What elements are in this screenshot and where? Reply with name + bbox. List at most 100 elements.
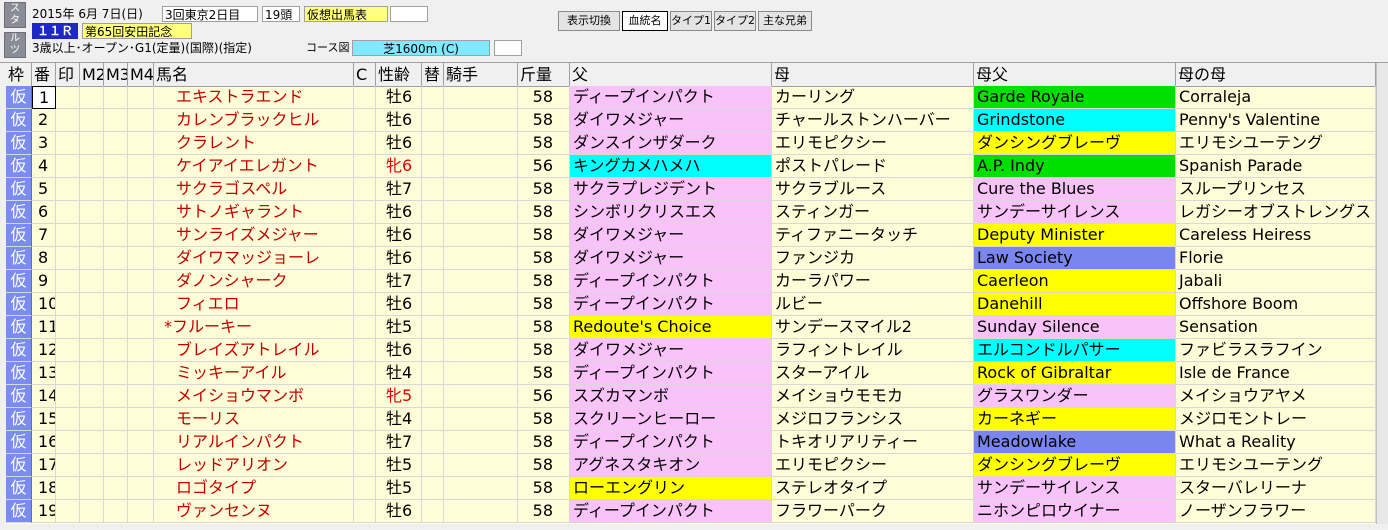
jockey-cell[interactable] <box>444 155 518 178</box>
dam-cell[interactable]: メイショウモモカ <box>772 385 974 408</box>
dams-dam-cell[interactable]: レガシーオブストレングス <box>1176 201 1376 224</box>
mark-cell[interactable] <box>56 454 80 477</box>
m2-cell[interactable] <box>80 109 104 132</box>
dams-dam-cell[interactable]: スループリンセス <box>1176 178 1376 201</box>
side-tab-top[interactable]: ス タ <box>4 2 26 28</box>
broodmare-sire-cell[interactable]: エルコンドルパサー <box>974 339 1176 362</box>
horse-number-cell[interactable]: 11 <box>32 316 56 339</box>
mark-cell[interactable] <box>56 385 80 408</box>
broodmare-sire-cell[interactable]: Law Society <box>974 247 1176 270</box>
broodmare-sire-cell[interactable]: ニホンピロウイナー <box>974 500 1176 523</box>
horse-number-cell[interactable]: 16 <box>32 431 56 454</box>
jockey-cell[interactable] <box>444 109 518 132</box>
column-header-kae[interactable]: 替 <box>422 63 444 86</box>
waku-cell[interactable]: 仮 <box>6 86 32 109</box>
dam-cell[interactable]: ステレオタイプ <box>772 477 974 500</box>
dams-dam-cell[interactable]: メイショウアヤメ <box>1176 385 1376 408</box>
waku-cell[interactable]: 仮 <box>6 454 32 477</box>
horse-number-cell[interactable]: 8 <box>32 247 56 270</box>
m3-cell[interactable] <box>104 86 128 109</box>
horse-number-cell[interactable]: 6 <box>32 201 56 224</box>
m4-cell[interactable] <box>128 339 154 362</box>
m2-cell[interactable] <box>80 362 104 385</box>
sire-cell[interactable]: シンボリクリスエス <box>570 201 772 224</box>
dam-cell[interactable]: トキオリアリティー <box>772 431 974 454</box>
side-tab-bottom[interactable]: ル ツ <box>4 32 26 58</box>
dams-dam-cell[interactable]: Spanish Parade <box>1176 155 1376 178</box>
horse-number-cell[interactable]: 14 <box>32 385 56 408</box>
jockey-cell[interactable] <box>444 431 518 454</box>
waku-cell[interactable]: 仮 <box>6 270 32 293</box>
dam-cell[interactable]: メジロフランシス <box>772 408 974 431</box>
m3-cell[interactable] <box>104 247 128 270</box>
broodmare-sire-cell[interactable]: サンデーサイレンス <box>974 477 1176 500</box>
horse-number-cell[interactable]: 12 <box>32 339 56 362</box>
m3-cell[interactable] <box>104 431 128 454</box>
table-row[interactable]: 仮 2 カレンブラックヒル 牡6 58 ダイワメジャー チャールストンハーバー Grindst… <box>6 109 1376 132</box>
m2-cell[interactable] <box>80 477 104 500</box>
broodmare-sire-cell[interactable]: Grindstone <box>974 109 1176 132</box>
dams-dam-cell[interactable]: Penny's Valentine <box>1176 109 1376 132</box>
dams-dam-cell[interactable]: メジロモントレー <box>1176 408 1376 431</box>
m2-cell[interactable] <box>80 247 104 270</box>
mark-cell[interactable] <box>56 339 80 362</box>
waku-cell[interactable]: 仮 <box>6 155 32 178</box>
m3-cell[interactable] <box>104 500 128 523</box>
m2-cell[interactable] <box>80 431 104 454</box>
jockey-cell[interactable] <box>444 270 518 293</box>
m4-cell[interactable] <box>128 408 154 431</box>
horse-name-cell[interactable]: メイショウマンボ <box>154 385 354 408</box>
column-header-dam[interactable]: 母 <box>772 63 974 86</box>
table-row[interactable]: 仮19 ヴァンセンヌ牡6 58ディープインパクトフラワーパークニホンピロウイナーノー… <box>6 500 1376 523</box>
m2-cell[interactable] <box>80 316 104 339</box>
m2-cell[interactable] <box>80 385 104 408</box>
broodmare-sire-cell[interactable]: Deputy Minister <box>974 224 1176 247</box>
dam-cell[interactable]: カーリング <box>772 86 974 109</box>
table-row[interactable]: 仮10 フィエロ牡6 58ディープインパクトルビーDanehillOffshore … <box>6 293 1376 316</box>
m3-cell[interactable] <box>104 178 128 201</box>
table-row[interactable]: 仮16 リアルインパクト牡7 58ディープインパクトトキオリアリティーMeadowl… <box>6 431 1376 454</box>
mark-cell[interactable] <box>56 500 80 523</box>
table-row[interactable]: 仮12 ブレイズアトレイル牡6 58ダイワメジャーラフィントレイルエルコンドルパサー… <box>6 339 1376 362</box>
tab-pedigree-names[interactable]: 血統名 <box>622 11 668 31</box>
sire-cell[interactable]: スズカマンボ <box>570 385 772 408</box>
dam-cell[interactable]: ティファニータッチ <box>772 224 974 247</box>
mark-cell[interactable] <box>56 270 80 293</box>
m4-cell[interactable] <box>128 270 154 293</box>
waku-cell[interactable]: 仮 <box>6 339 32 362</box>
jockey-cell[interactable] <box>444 500 518 523</box>
m2-cell[interactable] <box>80 408 104 431</box>
dams-dam-cell[interactable]: Offshore Boom <box>1176 293 1376 316</box>
table-row[interactable]: 仮 6 サトノギャラント 牡6 58 シンボリクリスエス スティンガー サンデーサイレンス レガ… <box>6 201 1376 224</box>
horse-name-cell[interactable]: フィエロ <box>154 293 354 316</box>
broodmare-sire-cell[interactable]: Garde Royale <box>974 86 1176 109</box>
horse-name-cell[interactable]: クラレント <box>154 132 354 155</box>
broodmare-sire-cell[interactable]: Cure the Blues <box>974 178 1176 201</box>
mark-cell[interactable] <box>56 109 80 132</box>
table-row[interactable]: 仮 5 サクラゴスペル 牡7 58 サクラプレジデント サクラブルース Cure the Bl… <box>6 178 1376 201</box>
m4-cell[interactable] <box>128 109 154 132</box>
horse-name-cell[interactable]: サトノギャラント <box>154 201 354 224</box>
waku-cell[interactable]: 仮 <box>6 109 32 132</box>
broodmare-sire-cell[interactable]: Sunday Silence <box>974 316 1176 339</box>
mark-cell[interactable] <box>56 408 80 431</box>
dam-cell[interactable]: スティンガー <box>772 201 974 224</box>
waku-cell[interactable]: 仮 <box>6 408 32 431</box>
horse-number-cell[interactable]: 7 <box>32 224 56 247</box>
mark-cell[interactable] <box>56 247 80 270</box>
horse-name-cell[interactable]: ダノンシャーク <box>154 270 354 293</box>
mark-cell[interactable] <box>56 86 80 109</box>
dam-cell[interactable]: カーラパワー <box>772 270 974 293</box>
broodmare-sire-cell[interactable]: Danehill <box>974 293 1176 316</box>
table-row[interactable]: 仮 3 クラレント 牡6 58 ダンスインザダーク エリモピクシー ダンシングブレーヴ エリモシ… <box>6 132 1376 155</box>
broodmare-sire-cell[interactable]: Rock of Gibraltar <box>974 362 1176 385</box>
m2-cell[interactable] <box>80 224 104 247</box>
dam-cell[interactable]: ファンジカ <box>772 247 974 270</box>
m3-cell[interactable] <box>104 132 128 155</box>
column-header-damdam[interactable]: 母の母 <box>1176 63 1376 86</box>
m3-cell[interactable] <box>104 362 128 385</box>
jockey-cell[interactable] <box>444 477 518 500</box>
mark-cell[interactable] <box>56 178 80 201</box>
mark-cell[interactable] <box>56 477 80 500</box>
horse-name-cell[interactable]: カレンブラックヒル <box>154 109 354 132</box>
